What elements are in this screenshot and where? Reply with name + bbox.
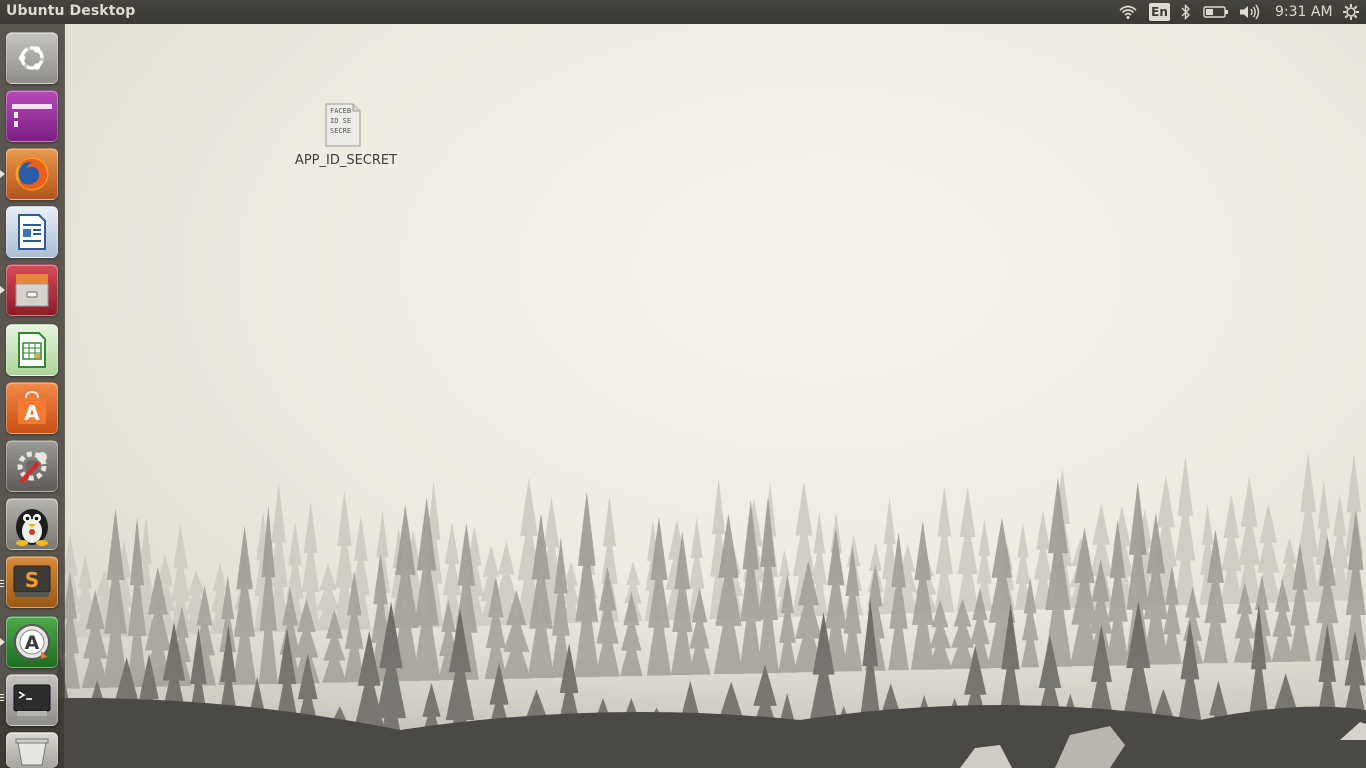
launcher-system-settings[interactable] <box>6 440 58 492</box>
workspace-icon <box>12 104 52 127</box>
clock[interactable]: 9:31 AM <box>1275 4 1333 20</box>
launcher-workspace-switcher[interactable] <box>6 90 58 142</box>
launcher-terminal[interactable] <box>6 674 58 726</box>
terminal-running-pip <box>0 694 4 703</box>
trash-icon <box>15 738 49 765</box>
launcher: A S A <box>0 24 65 768</box>
writer-icon <box>18 214 46 250</box>
terminal-icon <box>13 684 51 716</box>
keyboard-layout-indicator[interactable]: En <box>1149 3 1170 21</box>
launcher-files[interactable] <box>6 264 58 316</box>
launcher-firefox[interactable] <box>6 148 58 200</box>
software-bag-icon: A <box>18 390 46 425</box>
penguin-icon <box>16 509 48 546</box>
settings-wrench-icon <box>17 451 47 484</box>
updater-icon: A <box>14 624 50 660</box>
launcher-penguin-app[interactable] <box>6 498 58 550</box>
file-preview-line: SECRE <box>330 127 352 135</box>
sublime-running-pip <box>0 580 4 589</box>
file-preview-line: ID SE <box>330 117 352 125</box>
window-title: Ubuntu Desktop <box>6 3 136 19</box>
wifi-icon[interactable] <box>1116 0 1140 24</box>
launcher-sublime-text[interactable]: S <box>6 556 58 608</box>
system-gear-icon[interactable] <box>1340 0 1362 24</box>
firefox-running-pip <box>0 170 5 178</box>
launcher-dash-home[interactable] <box>6 32 58 84</box>
file-preview-line: FACEB <box>330 107 352 115</box>
launcher-trash[interactable] <box>6 732 58 768</box>
file-cabinet-icon <box>15 274 49 307</box>
bluetooth-icon[interactable] <box>1178 0 1194 24</box>
firefox-icon <box>15 157 49 191</box>
file-preview-text: FACEB ID SE SECRE <box>330 106 356 136</box>
launcher-software-updater[interactable]: A <box>6 616 58 668</box>
svg-text:A: A <box>25 632 40 654</box>
launcher-libreoffice-writer[interactable] <box>6 206 58 258</box>
calc-icon <box>18 332 46 368</box>
svg-text:S: S <box>25 568 39 592</box>
files-running-pip <box>0 286 5 294</box>
launcher-ubuntu-software[interactable]: A <box>6 382 58 434</box>
desktop-wallpaper <box>0 0 1366 768</box>
desktop-file-label: APP_ID_SECRET <box>294 153 398 168</box>
battery-icon[interactable] <box>1202 0 1230 24</box>
volume-icon[interactable] <box>1237 0 1263 24</box>
updater-running-pip <box>0 638 5 646</box>
top-panel: Ubuntu Desktop En 9:31 AM <box>0 0 1366 24</box>
launcher-libreoffice-calc[interactable] <box>6 324 58 376</box>
ubuntu-logo-icon <box>18 46 44 70</box>
foggy-forest-illustration <box>0 452 1366 768</box>
svg-text:A: A <box>24 401 40 425</box>
sublime-icon: S <box>13 565 51 597</box>
desktop-file-app-id-secret[interactable]: FACEB ID SE SECRE APP_ID_SECRET <box>288 100 404 180</box>
